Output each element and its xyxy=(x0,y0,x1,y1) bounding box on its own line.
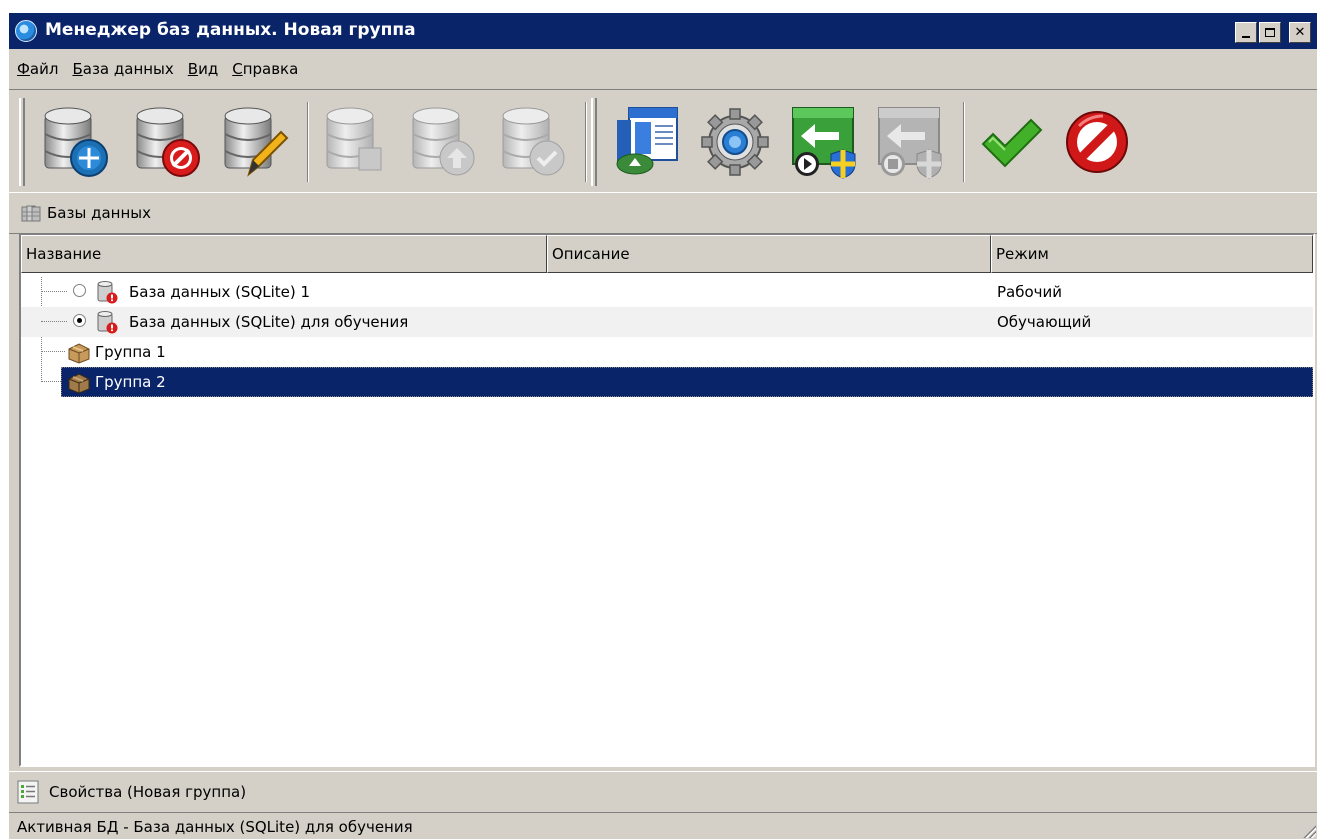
window-run-icon xyxy=(616,107,678,175)
databases-panel-header: Базы данных xyxy=(9,193,1317,234)
toolbar xyxy=(9,89,1317,193)
database-edit-icon xyxy=(224,107,289,177)
window-title: Менеджер баз данных. Новая группа xyxy=(45,20,416,40)
menu-view[interactable]: Вид xyxy=(181,60,225,78)
properties-panel-header[interactable]: Свойства (Новая группа) xyxy=(9,771,1317,813)
check-database-button[interactable] xyxy=(497,104,569,180)
table-row[interactable]: Группа 1 xyxy=(21,337,1313,367)
close-icon: ✕ xyxy=(1294,25,1306,40)
toolbar-separator xyxy=(585,102,587,182)
tree-line xyxy=(41,351,65,352)
toolbar-grip[interactable] xyxy=(591,98,597,186)
database-error-icon xyxy=(97,281,118,304)
stop-service-icon xyxy=(878,107,942,179)
group-box-icon xyxy=(68,343,90,364)
database-disabled-button[interactable] xyxy=(321,104,393,180)
row-mode: Обучающий xyxy=(997,313,1092,331)
status-text: Активная БД - База данных (SQLite) для о… xyxy=(17,817,413,836)
column-header-mode[interactable]: Режим xyxy=(991,235,1313,273)
menu-view-label: ид xyxy=(198,60,219,78)
database-add-icon xyxy=(44,107,108,177)
selection-highlight xyxy=(61,367,1313,397)
row-name: База данных (SQLite) 1 xyxy=(129,283,311,301)
properties-panel-label: Свойства (Новая группа) xyxy=(49,783,247,801)
minimize-icon xyxy=(1242,35,1250,38)
cancel-icon xyxy=(1066,111,1128,173)
apply-button[interactable] xyxy=(975,104,1047,180)
app-icon xyxy=(15,20,37,42)
settings-button[interactable] xyxy=(699,104,771,180)
upload-database-button[interactable] xyxy=(407,104,479,180)
column-header-description[interactable]: Описание xyxy=(547,235,991,273)
menu-database-accel: Б xyxy=(72,60,83,78)
open-window-button[interactable] xyxy=(611,104,683,180)
database-delete-icon xyxy=(136,107,200,177)
database-tree-list[interactable]: Название Описание Режим База данных (SQL… xyxy=(19,233,1315,767)
menu-help-label: правка xyxy=(242,60,299,78)
stop-service-button[interactable] xyxy=(873,104,945,180)
menu-help-accel: С xyxy=(232,60,243,78)
menu-help[interactable]: Справка xyxy=(225,60,305,78)
edit-database-button[interactable] xyxy=(219,104,291,180)
menu-view-accel: В xyxy=(187,60,199,78)
start-service-icon xyxy=(792,107,856,179)
menu-file-label: айл xyxy=(29,60,59,78)
table-row[interactable]: База данных (SQLite) 1 Рабочий xyxy=(21,277,1313,307)
row-name: База данных (SQLite) для обучения xyxy=(129,313,409,331)
row-name: Группа 2 xyxy=(95,373,166,391)
menu-database-label: аза данных xyxy=(82,60,174,78)
minimize-button[interactable] xyxy=(1235,22,1257,43)
menu-file[interactable]: Файл xyxy=(9,60,65,78)
table-row[interactable]: Группа 2 xyxy=(21,367,1313,397)
apply-check-icon xyxy=(981,118,1043,168)
active-db-radio[interactable] xyxy=(73,284,86,297)
menu-file-accel: Ф xyxy=(17,60,30,78)
toolbar-separator xyxy=(963,102,965,182)
main-window: Менеджер баз данных. Новая группа ✕ Файл… xyxy=(8,12,1317,839)
tree-rows: База данных (SQLite) 1 Рабочий База данн… xyxy=(21,277,1313,397)
tree-line xyxy=(41,381,61,382)
menu-database[interactable]: База данных xyxy=(65,60,180,78)
database-check-icon xyxy=(502,107,565,176)
menu-bar: Файл База данных Вид Справка xyxy=(9,53,1317,85)
maximize-icon xyxy=(1265,28,1275,37)
group-box-icon xyxy=(68,373,90,394)
title-bar[interactable]: Менеджер баз данных. Новая группа ✕ xyxy=(9,13,1317,49)
database-disabled-icon xyxy=(326,107,382,171)
toolbar-separator xyxy=(307,102,309,182)
column-headers: Название Описание Режим xyxy=(21,235,1313,275)
start-service-button[interactable] xyxy=(787,104,859,180)
maximize-button[interactable] xyxy=(1259,22,1281,43)
resize-grip[interactable] xyxy=(1300,822,1316,838)
column-header-name[interactable]: Название xyxy=(21,235,547,273)
status-bar: Активная БД - База данных (SQLite) для о… xyxy=(9,813,1317,840)
add-database-button[interactable] xyxy=(39,104,111,180)
toolbar-grip[interactable] xyxy=(19,98,25,186)
delete-database-button[interactable] xyxy=(131,104,203,180)
active-db-radio[interactable] xyxy=(73,314,86,327)
databases-panel-label: Базы данных xyxy=(47,204,151,222)
database-upload-icon xyxy=(412,107,475,176)
settings-gear-icon xyxy=(701,108,769,176)
row-name: Группа 1 xyxy=(95,343,166,361)
tree-line xyxy=(41,291,67,292)
database-error-icon xyxy=(97,311,118,334)
properties-list-icon xyxy=(17,780,39,804)
table-row[interactable]: База данных (SQLite) для обучения Обучаю… xyxy=(21,307,1313,337)
tree-line xyxy=(41,321,67,322)
databases-icon xyxy=(21,205,41,222)
cancel-button[interactable] xyxy=(1061,104,1133,180)
close-button[interactable]: ✕ xyxy=(1289,22,1311,43)
row-mode: Рабочий xyxy=(997,283,1063,301)
